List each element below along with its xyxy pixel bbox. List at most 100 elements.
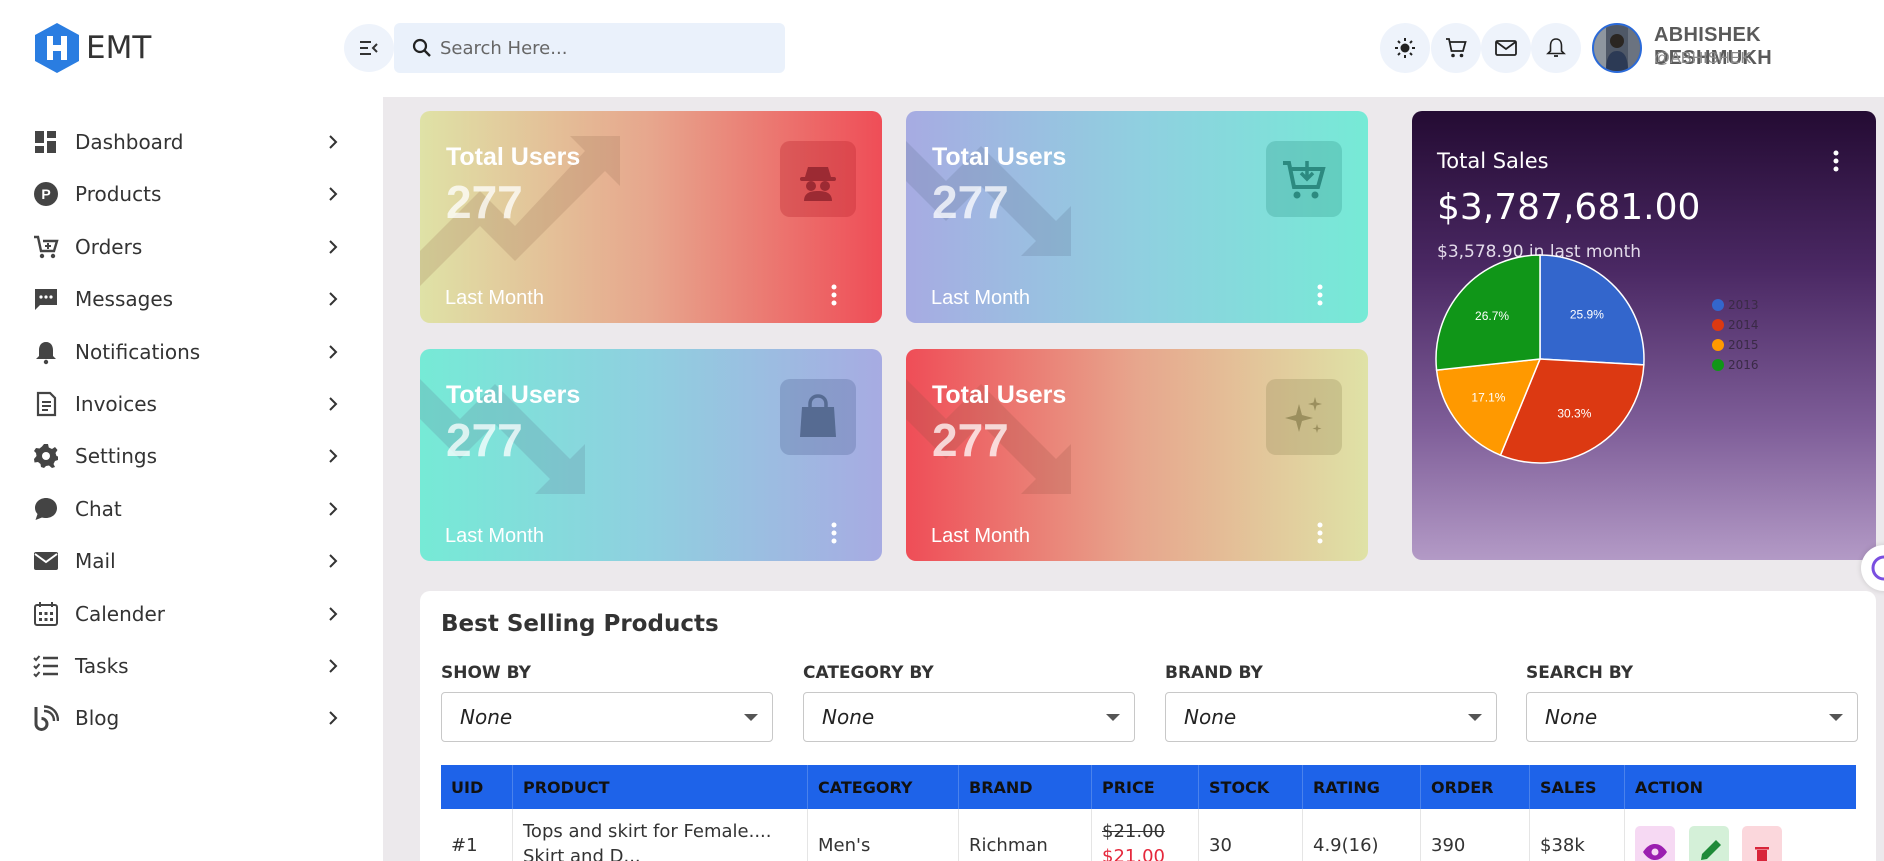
cart-button[interactable] bbox=[1431, 23, 1481, 73]
filter-search-by: SEARCH BY None bbox=[1526, 663, 1858, 742]
chevron-right-icon bbox=[329, 397, 338, 411]
column-header[interactable]: UID bbox=[441, 765, 513, 809]
column-header[interactable]: CATEGORY bbox=[808, 765, 959, 809]
stat-card-1[interactable]: Total Users 277 Last Month bbox=[420, 111, 882, 323]
sidebar-toggle-button[interactable] bbox=[344, 24, 394, 72]
sidebar-item-mail[interactable]: Mail bbox=[0, 535, 383, 587]
legend-item[interactable]: 2015 bbox=[1712, 335, 1759, 355]
brand-by-select[interactable]: None bbox=[1165, 692, 1497, 742]
shopping-bag-icon bbox=[800, 394, 836, 437]
caret-down-icon bbox=[1829, 714, 1843, 721]
chevron-right-icon bbox=[329, 711, 338, 725]
category-by-select[interactable]: None bbox=[803, 692, 1135, 742]
pie-data-label: 17.1% bbox=[1471, 391, 1505, 405]
sidebar-item-invoices[interactable]: Invoices bbox=[0, 378, 383, 430]
trash-icon bbox=[1755, 847, 1770, 861]
product-name-line2: Skirt and D... bbox=[523, 846, 641, 861]
product-name[interactable]: Tops and skirt for Female.... bbox=[523, 819, 807, 844]
column-header[interactable]: RATING bbox=[1303, 765, 1421, 809]
stat-value: 277 bbox=[446, 414, 523, 466]
products-table: UID PRODUCT CATEGORY BRAND PRICE STOCK R… bbox=[441, 765, 1856, 861]
chevron-right-icon bbox=[329, 449, 338, 463]
mail-icon bbox=[34, 552, 58, 570]
sparkles-icon bbox=[1285, 397, 1322, 433]
total-sales-card: Total Sales $3,787,681.00 $3,578.90 in l… bbox=[1412, 111, 1876, 560]
sidebar-item-orders[interactable]: Orders bbox=[0, 221, 383, 273]
mail-icon bbox=[1495, 40, 1517, 56]
legend-swatch bbox=[1712, 299, 1724, 311]
stat-card-3[interactable]: Total Users 277 Last Month bbox=[420, 349, 882, 561]
sidebar-item-label: Messages bbox=[75, 287, 174, 311]
sidebar-item-label: Orders bbox=[75, 235, 143, 259]
filter-label: BRAND BY bbox=[1165, 663, 1263, 683]
stat-footer: Last Month bbox=[445, 287, 544, 309]
column-header[interactable]: ACTION bbox=[1625, 765, 1856, 809]
column-header[interactable]: PRICE bbox=[1092, 765, 1199, 809]
notifications-button[interactable] bbox=[1531, 23, 1581, 73]
caret-down-icon bbox=[1106, 714, 1120, 721]
cell-rating: 4.9(16) bbox=[1303, 809, 1421, 861]
tasks-icon bbox=[33, 655, 58, 678]
filter-category-by: CATEGORY BY None bbox=[803, 663, 1135, 742]
more-vertical-icon[interactable] bbox=[830, 283, 838, 307]
filter-label: SHOW BY bbox=[441, 663, 531, 683]
cart-icon bbox=[1446, 38, 1467, 58]
stat-icon-box bbox=[780, 141, 856, 217]
legend-item[interactable]: 2016 bbox=[1712, 355, 1759, 375]
cell-stock: 30 bbox=[1199, 809, 1303, 861]
legend-swatch bbox=[1712, 359, 1724, 371]
delete-button[interactable] bbox=[1742, 826, 1783, 861]
legend-item[interactable]: 2014 bbox=[1712, 315, 1759, 335]
stat-footer: Last Month bbox=[931, 525, 1030, 547]
search-input[interactable] bbox=[440, 37, 770, 59]
sidebar-item-chat[interactable]: Chat bbox=[0, 483, 383, 535]
sidebar-item-blog[interactable]: Blog bbox=[0, 692, 383, 744]
sidebar-item-notifications[interactable]: Notifications bbox=[0, 326, 383, 378]
messages-icon bbox=[35, 289, 57, 310]
column-header[interactable]: BRAND bbox=[959, 765, 1092, 809]
stat-icon-box bbox=[780, 379, 856, 455]
chevron-right-icon bbox=[329, 135, 338, 149]
more-vertical-icon[interactable] bbox=[1316, 521, 1324, 545]
logo[interactable]: EMT bbox=[32, 22, 151, 74]
stat-card-4[interactable]: Total Users 277 Last Month bbox=[906, 349, 1368, 561]
search-by-select[interactable]: None bbox=[1526, 692, 1858, 742]
sidebar-item-label: Tasks bbox=[75, 654, 129, 678]
view-button[interactable] bbox=[1635, 826, 1675, 861]
avatar[interactable] bbox=[1592, 23, 1642, 73]
legend-item[interactable]: 2013 bbox=[1712, 295, 1759, 315]
table-row[interactable]: #1 Tops and skirt for Female.... Skirt a… bbox=[441, 809, 1856, 861]
sidebar-item-messages[interactable]: Messages bbox=[0, 273, 383, 325]
stat-title: Total Users bbox=[932, 381, 1067, 409]
filter-label: CATEGORY BY bbox=[803, 663, 934, 683]
theme-toggle-button[interactable] bbox=[1380, 23, 1430, 73]
filter-brand-by: BRAND BY None bbox=[1165, 663, 1497, 742]
column-header[interactable]: ORDER bbox=[1421, 765, 1530, 809]
cell-price: $21.00 $21.00 bbox=[1092, 809, 1199, 861]
sidebar-item-dashboard[interactable]: Dashboard bbox=[0, 116, 383, 168]
show-by-select[interactable]: None bbox=[441, 692, 773, 742]
settings-side-handle[interactable] bbox=[1861, 545, 1884, 591]
column-header[interactable]: STOCK bbox=[1199, 765, 1303, 809]
sidebar-item-tasks[interactable]: Tasks bbox=[0, 640, 383, 692]
sun-icon bbox=[1395, 38, 1415, 58]
sidebar-item-label: Chat bbox=[75, 497, 122, 521]
brand-name: EMT bbox=[86, 30, 152, 66]
circle-icon bbox=[1871, 555, 1884, 581]
sidebar-item-calender[interactable]: Calender bbox=[0, 588, 383, 640]
sidebar-item-products[interactable]: P Products bbox=[0, 168, 383, 220]
mail-button[interactable] bbox=[1481, 23, 1531, 73]
stat-card-2[interactable]: Total Users 277 Last Month bbox=[906, 111, 1368, 323]
bell-icon bbox=[1546, 38, 1566, 57]
search-bar bbox=[394, 23, 785, 73]
column-header[interactable]: SALES bbox=[1530, 765, 1625, 809]
column-header[interactable]: PRODUCT bbox=[513, 765, 808, 809]
sidebar-item-label: Notifications bbox=[75, 340, 201, 364]
sidebar-item-settings[interactable]: Settings bbox=[0, 430, 383, 482]
dashboard-icon bbox=[35, 131, 56, 153]
main-content: Total Users 277 Last Month Total Users 2… bbox=[383, 97, 1884, 861]
gear-icon bbox=[34, 444, 58, 468]
edit-button[interactable] bbox=[1688, 826, 1729, 861]
more-vertical-icon[interactable] bbox=[1316, 283, 1324, 307]
more-vertical-icon[interactable] bbox=[830, 521, 838, 545]
